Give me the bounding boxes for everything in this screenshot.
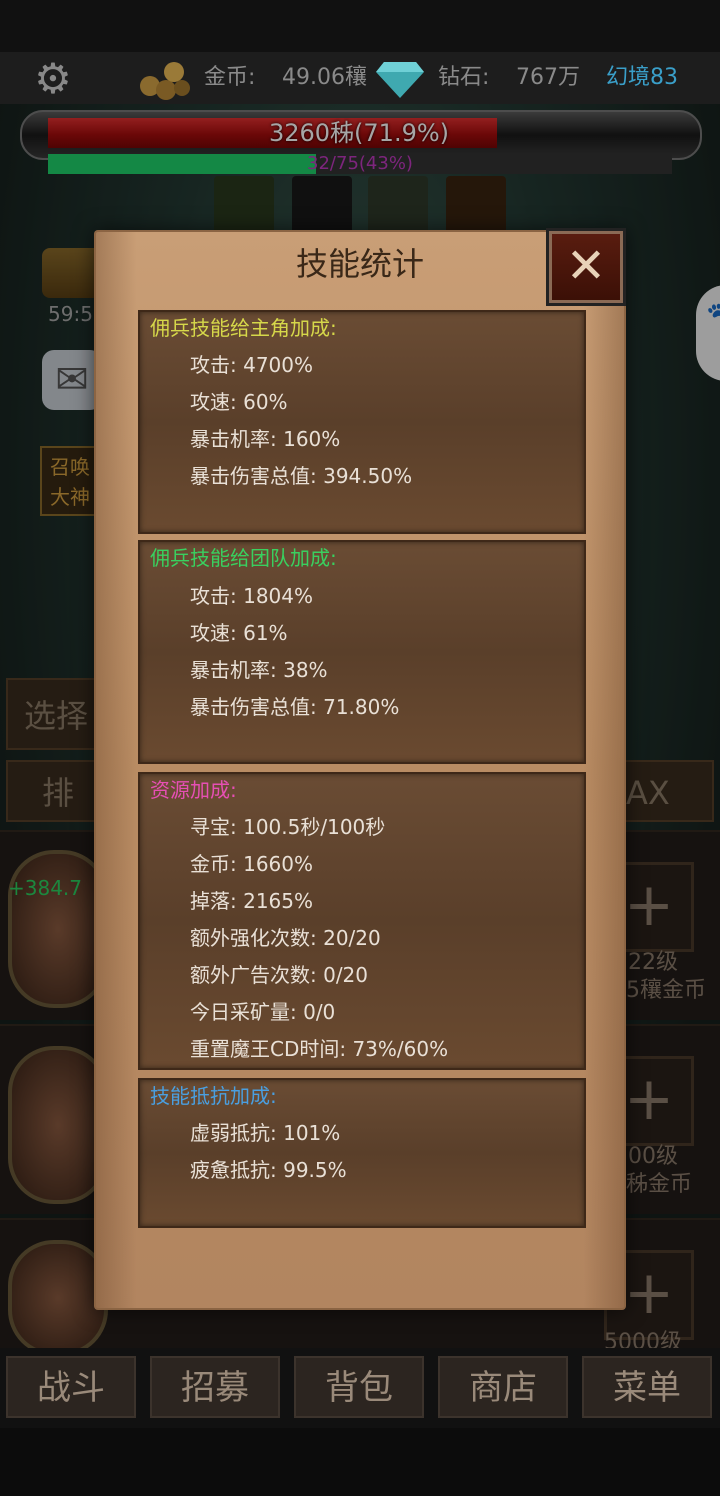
stat-row: 暴击机率: 160% bbox=[190, 427, 341, 451]
stat-row: 攻击: 1804% bbox=[190, 584, 313, 608]
realm-level[interactable]: 幻境83 bbox=[606, 62, 678, 94]
status-bar bbox=[0, 0, 720, 52]
stat-row: 金币: 1660% bbox=[190, 852, 313, 876]
gold-coins-icon bbox=[140, 62, 190, 100]
close-button[interactable]: ✕ bbox=[546, 228, 626, 306]
stat-row: 今日采矿量: 0/0 bbox=[190, 1000, 336, 1024]
gold-value: 49.06穰 bbox=[282, 65, 367, 90]
system-nav-bar bbox=[0, 1428, 720, 1496]
stat-row: 攻速: 61% bbox=[190, 621, 288, 645]
nav-shop[interactable]: 商店 bbox=[438, 1356, 568, 1418]
stats-section-team bbox=[138, 540, 586, 764]
stat-row: 掉落: 2165% bbox=[190, 889, 313, 913]
diamond-value: 767万 bbox=[516, 65, 580, 90]
diamond-icon bbox=[376, 62, 424, 98]
diamond-label: 钻石: bbox=[438, 65, 490, 90]
nav-menu[interactable]: 菜单 bbox=[582, 1356, 712, 1418]
stat-row: 额外广告次数: 0/20 bbox=[190, 963, 369, 987]
section-header: 技能抵抗加成: bbox=[150, 1084, 277, 1108]
stat-row: 攻击: 4700% bbox=[190, 353, 313, 377]
stat-row: 重置魔王CD时间: 73%/60% bbox=[190, 1037, 449, 1061]
stats-section-hero bbox=[138, 310, 586, 534]
stat-row: 暴击伤害总值: 71.80% bbox=[190, 695, 400, 719]
stat-row: 寻宝: 100.5秒/100秒 bbox=[190, 815, 386, 839]
stat-row: 虚弱抵抗: 101% bbox=[190, 1121, 341, 1145]
nav-bag[interactable]: 背包 bbox=[294, 1356, 424, 1418]
gold-label: 金币: bbox=[204, 65, 256, 90]
nav-battle[interactable]: 战斗 bbox=[6, 1356, 136, 1418]
nav-recruit[interactable]: 招募 bbox=[150, 1356, 280, 1418]
section-header: 佣兵技能给主角加成: bbox=[150, 316, 337, 340]
stat-row: 额外强化次数: 20/20 bbox=[190, 926, 381, 950]
section-header: 资源加成: bbox=[150, 778, 237, 802]
stat-row: 暴击伤害总值: 394.50% bbox=[190, 464, 413, 488]
section-header: 佣兵技能给团队加成: bbox=[150, 546, 337, 570]
settings-gear-icon[interactable]: ⚙ bbox=[28, 57, 78, 101]
stat-row: 暴击机率: 38% bbox=[190, 658, 328, 682]
stat-row: 攻速: 60% bbox=[190, 390, 288, 414]
stat-row: 疲惫抵抗: 99.5% bbox=[190, 1158, 347, 1182]
